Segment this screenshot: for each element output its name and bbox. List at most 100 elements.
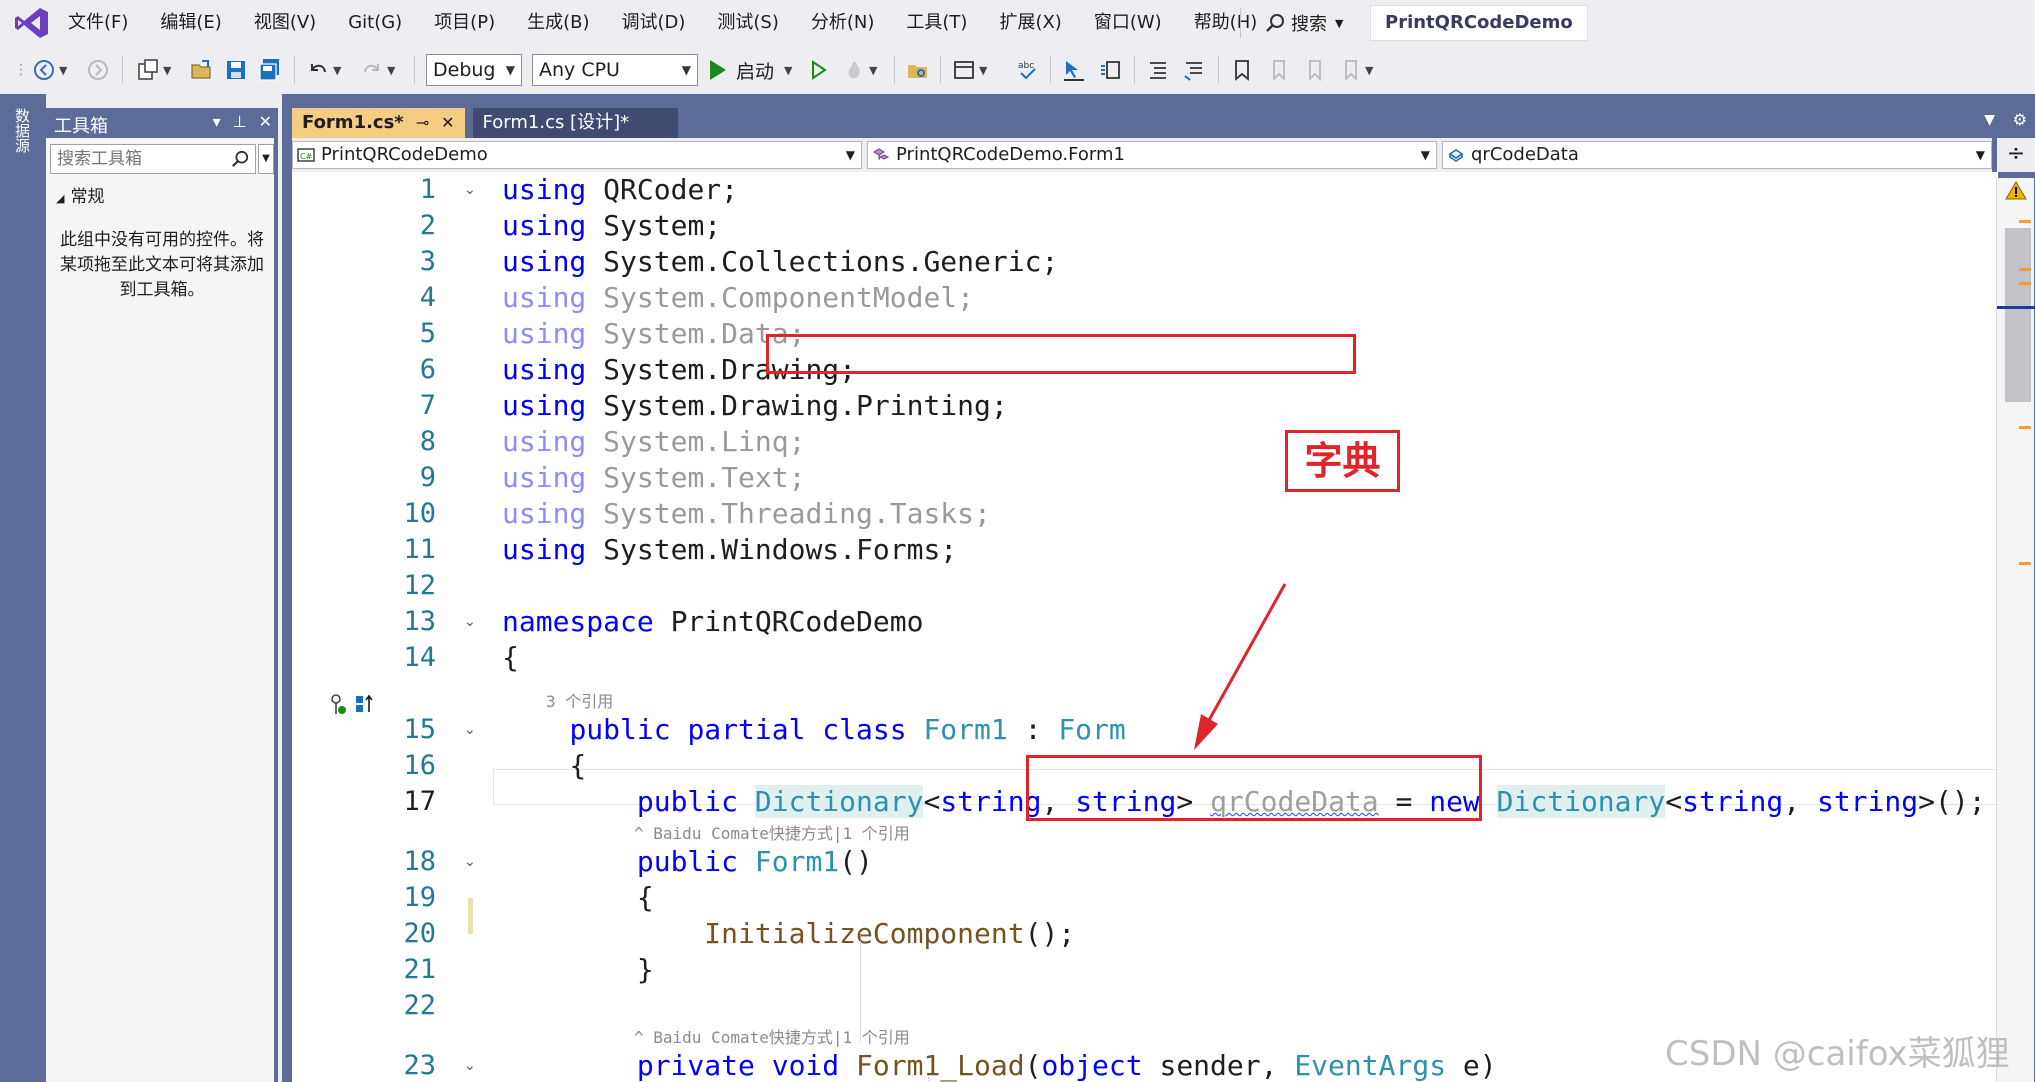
save-all-button[interactable] — [258, 54, 282, 86]
select-element-button[interactable] — [1062, 54, 1086, 86]
line-number: 3 — [419, 246, 436, 277]
overview-scrollbar[interactable] — [1996, 178, 2035, 1082]
code-line[interactable]: 20 InitializeComponent(); — [292, 916, 1998, 952]
code-line[interactable]: 18 ⌄ public Form1() — [292, 844, 1998, 880]
code-line[interactable]: 2 using System; — [292, 208, 1998, 244]
chevron-down-icon[interactable]: ▾ — [213, 112, 221, 131]
override-icon[interactable] — [354, 692, 376, 718]
codelens-references[interactable]: ^ Baidu Comate快捷方式|1 个引用 — [634, 820, 910, 844]
clear-bookmarks-button[interactable]: ▼ — [1338, 54, 1373, 86]
toolbox-search-dropdown[interactable]: ▼ — [258, 144, 274, 174]
toolbox-search-input[interactable] — [51, 145, 221, 173]
side-strip — [0, 94, 46, 1082]
find-in-files-button[interactable] — [906, 54, 930, 86]
codelens-references[interactable]: ^ Baidu Comate快捷方式|1 个引用 — [634, 1024, 910, 1048]
format-button[interactable] — [1098, 54, 1122, 86]
fold-toggle-icon[interactable]: ⌄ — [464, 172, 476, 208]
chevron-down-icon: ▼ — [1975, 148, 1985, 162]
menu-window[interactable]: 窗口(W) — [1078, 0, 1178, 46]
navigation-bar: C# PrintQRCodeDemo ▼ PrintQRCodeDemo.For… — [292, 138, 1992, 172]
search-button[interactable]: 搜索 ▼ — [1255, 6, 1353, 40]
code-line[interactable]: 3 using System.Collections.Generic; — [292, 244, 1998, 280]
menu-build[interactable]: 生成(B) — [511, 0, 605, 46]
menu-edit[interactable]: 编辑(E) — [144, 0, 237, 46]
code-line[interactable]: 1 ⌄ using QRCoder; — [292, 172, 1998, 208]
warning-icon[interactable] — [2005, 180, 2027, 200]
gear-icon[interactable]: ⚙ — [2013, 110, 2027, 129]
redo-button[interactable]: ▼ — [360, 54, 395, 86]
line-number: 15 — [403, 714, 436, 745]
code-line[interactable]: 13 ⌄ namespace PrintQRCodeDemo — [292, 604, 1998, 640]
open-button[interactable] — [190, 54, 214, 86]
toolbar-separator — [894, 56, 895, 84]
layout-button[interactable]: ▼ — [952, 54, 987, 86]
configuration-select[interactable]: Debug ▼ — [426, 54, 522, 86]
fold-toggle-icon[interactable]: ⌄ — [464, 712, 476, 748]
menu-test[interactable]: 测试(S) — [701, 0, 794, 46]
code-line[interactable]: 4 using System.ComponentModel; — [292, 280, 1998, 316]
prev-bookmark-button[interactable] — [1266, 54, 1290, 86]
code-line[interactable]: 19 { — [292, 880, 1998, 916]
next-bookmark-button[interactable] — [1302, 54, 1326, 86]
uncomment-button[interactable] — [1182, 54, 1206, 86]
menu-analyze[interactable]: 分析(N) — [795, 0, 891, 46]
code-line[interactable]: 11 using System.Windows.Forms; — [292, 532, 1998, 568]
save-button[interactable] — [224, 54, 248, 86]
line-number: 5 — [419, 318, 436, 349]
close-icon[interactable]: ✕ — [441, 108, 454, 138]
tab-form1-design[interactable]: Form1.cs [设计]* — [472, 108, 678, 138]
menu-file[interactable]: 文件(F) — [52, 0, 144, 46]
spell-check-button[interactable]: abc — [1016, 54, 1040, 86]
menu-debug[interactable]: 调试(D) — [606, 0, 702, 46]
menu-git[interactable]: Git(G) — [332, 0, 418, 46]
codelens-references[interactable]: 3 个引用 — [546, 688, 613, 712]
fold-toggle-icon[interactable]: ⌄ — [464, 1048, 476, 1082]
undo-button[interactable]: ▼ — [306, 54, 341, 86]
fold-toggle-icon[interactable]: ⌄ — [464, 844, 476, 880]
project-dropdown[interactable]: C# PrintQRCodeDemo ▼ — [292, 141, 862, 169]
pin-icon[interactable]: ⊥ — [233, 112, 247, 131]
code-line[interactable]: 7 using System.Drawing.Printing; — [292, 388, 1998, 424]
menu-tools[interactable]: 工具(T) — [890, 0, 983, 46]
bookmark-button[interactable] — [1230, 54, 1254, 86]
code-line[interactable]: 22 — [292, 988, 1998, 1024]
tab-form1-cs[interactable]: Form1.cs* ⊸ ✕ — [292, 108, 465, 138]
code-line[interactable]: 14 { — [292, 640, 1998, 676]
chevron-down-icon: ▼ — [869, 63, 878, 77]
scroll-thumb[interactable] — [2005, 228, 2031, 402]
code-line[interactable]: 9 using System.Text; — [292, 460, 1998, 496]
back-button[interactable]: ▼ — [32, 54, 67, 86]
chevron-down-icon: ▼ — [333, 63, 342, 77]
code-line[interactable]: 8 using System.Linq; — [292, 424, 1998, 460]
code-text: InitializeComponent(); — [502, 916, 1075, 952]
comment-button[interactable] — [1146, 54, 1170, 86]
code-editor[interactable]: 1 ⌄ using QRCoder; 2 using System; 3 using Sys… — [292, 172, 1998, 1082]
toolbox-group-general[interactable]: ◢ 常规 — [56, 182, 104, 207]
next-bookmark-icon — [1309, 60, 1321, 82]
fold-toggle-icon[interactable]: ⌄ — [464, 604, 476, 640]
pin-icon[interactable]: ⊸ — [416, 108, 429, 138]
code-line[interactable]: 10 using System.Threading.Tasks; — [292, 496, 1998, 532]
data-sources-tab[interactable]: 数据源 — [12, 108, 33, 153]
new-project-button[interactable]: ▼ — [136, 54, 171, 86]
member-dropdown[interactable]: qrCodeData ▼ — [1442, 141, 1992, 169]
code-line[interactable]: 21 } — [292, 952, 1998, 988]
search-icon[interactable] — [231, 150, 249, 168]
menu-view[interactable]: 视图(V) — [238, 0, 332, 46]
start-without-debugging-button[interactable] — [806, 54, 830, 86]
hot-reload-button[interactable]: ▼ — [842, 54, 877, 86]
open-icon — [191, 60, 211, 79]
code-line[interactable]: 15 ⌄ public partial class Form1 : Form — [292, 712, 1998, 748]
implements-icon[interactable] — [328, 692, 350, 718]
forward-button[interactable] — [86, 54, 110, 86]
menu-extensions[interactable]: 扩展(X) — [983, 0, 1077, 46]
type-dropdown[interactable]: PrintQRCodeDemo.Form1 ▼ — [867, 141, 1437, 169]
close-icon[interactable]: ✕ — [259, 112, 272, 131]
start-button[interactable]: 启动 ▼ — [710, 54, 792, 86]
split-icon[interactable]: ÷ — [1997, 138, 2035, 172]
code-line[interactable]: 12 — [292, 568, 1998, 604]
menu-project[interactable]: 项目(P) — [418, 0, 511, 46]
tab-overflow-icon[interactable]: ▼ — [1984, 112, 1995, 128]
platform-select[interactable]: Any CPU ▼ — [532, 54, 698, 86]
